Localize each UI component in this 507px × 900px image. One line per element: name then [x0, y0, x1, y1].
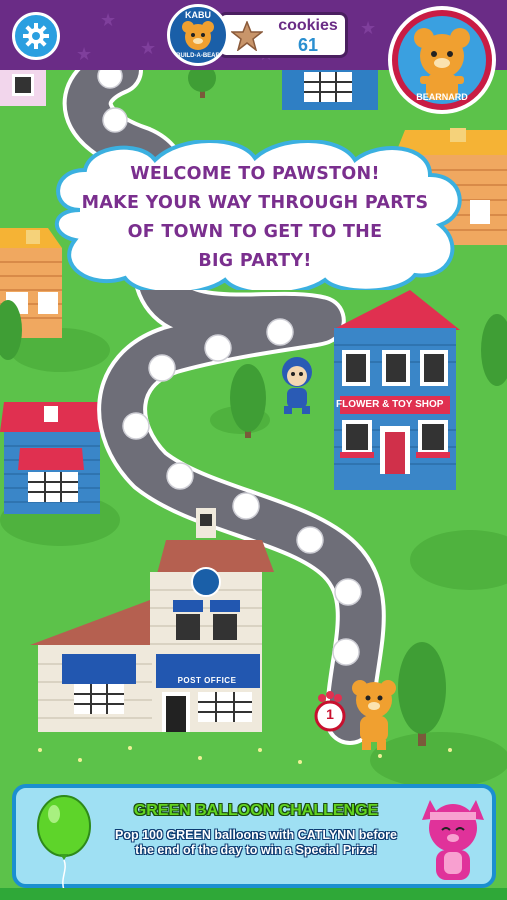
star-cookie-icon: [231, 21, 263, 51]
avatar-button[interactable]: BEARNARD: [388, 6, 496, 114]
gear-icon: [23, 23, 49, 49]
welcome-line: MAKE YOUR WAY THROUGH PARTS: [81, 193, 429, 213]
avatar-name: BEARNARD: [416, 92, 468, 102]
welcome-message: WELCOME TO PAWSTON! MAKE YOUR WAY THROUG…: [52, 160, 458, 276]
welcome-line: OF TOWN TO GET TO THE: [127, 222, 383, 242]
welcome-line: WELCOME TO PAWSTON!: [130, 164, 380, 184]
house-left-blue: [0, 402, 104, 514]
shop-sign: FLOWER & TOY SHOP: [336, 399, 444, 410]
settings-button[interactable]: [12, 12, 60, 60]
build-a-bear-text: BUILD-A-BEAR: [176, 53, 220, 59]
cookie-counter[interactable]: cookies 61: [218, 12, 348, 58]
bottom-ground: [0, 888, 507, 900]
catlynn-icon: [422, 800, 484, 880]
house-top-left: [0, 68, 46, 106]
challenge-title: GREEN BALLOON CHALLENGE: [133, 802, 379, 819]
post-office-sign: POST OFFICE: [177, 676, 237, 685]
level-number[interactable]: 1: [320, 706, 340, 722]
avatar: [398, 16, 486, 104]
welcome-line: BIG PARTY!: [198, 251, 312, 271]
challenge-description: Pop 100 GREEN balloons with CATLYNN befo…: [115, 828, 397, 857]
game-screen: ★ ★ ★ ★ ★ cookies 61 KABU: [0, 0, 507, 900]
cookie-count: 61: [297, 35, 319, 55]
town-map: [0, 0, 507, 900]
kabu-logo-badge[interactable]: KABU BUILD-A-BEAR: [167, 4, 229, 66]
bearnard-avatar-icon: [414, 28, 470, 100]
green-balloon-icon: [37, 795, 91, 890]
cookie-label: cookies: [278, 17, 338, 34]
challenge-banner[interactable]: GREEN BALLOON CHALLENGE Pop 100 GREEN ba…: [12, 784, 496, 890]
